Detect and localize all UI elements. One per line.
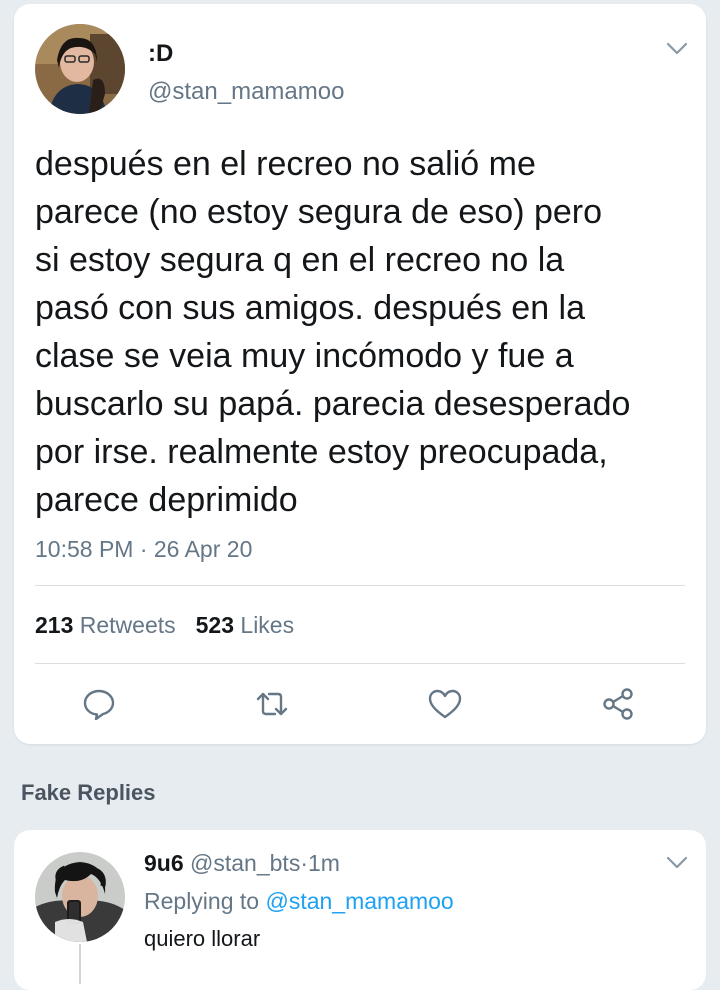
tweet-card[interactable]: :D @stan_mamamoo después en el recreo no… (14, 4, 706, 744)
reply-author-handle[interactable]: @stan_bts (190, 850, 300, 876)
replying-to: Replying to @stan_mamamoo (144, 888, 454, 915)
chevron-down-icon[interactable] (666, 42, 688, 56)
retweets-label: Retweets (79, 612, 176, 638)
reply-separator: · (300, 850, 308, 876)
likes-label: Likes (240, 612, 295, 638)
chevron-down-icon[interactable] (666, 856, 688, 870)
engagement-stats: 213 Retweets 523 Likes (35, 612, 294, 639)
reply-icon[interactable] (81, 686, 117, 722)
share-icon[interactable] (600, 686, 636, 722)
divider (35, 585, 685, 586)
tweet-text: después en el recreo no salió me parece … (35, 145, 631, 519)
reply-card[interactable]: 9u6 @stan_bts·1m Replying to @stan_mamam… (14, 830, 706, 990)
reply-author-name[interactable]: 9u6 (144, 850, 184, 876)
reply-header: 9u6 @stan_bts·1m (144, 850, 340, 877)
reply-text: quiero llorar (144, 926, 261, 951)
divider (35, 663, 685, 664)
author-display-name[interactable]: :D (148, 40, 173, 68)
thread-line (79, 944, 81, 984)
retweets-count: 213 (35, 612, 74, 638)
section-label: Fake Replies (21, 780, 156, 805)
retweet-icon[interactable] (254, 686, 290, 722)
replying-prefix: Replying to (144, 888, 260, 914)
reply-avatar-image (35, 852, 125, 942)
likes-stat[interactable]: 523 Likes (196, 612, 294, 638)
author-handle[interactable]: @stan_mamamoo (148, 78, 344, 106)
reply-time[interactable]: 1m (308, 850, 340, 876)
tweet-timestamp[interactable]: 10:58 PM · 26 Apr 20 (35, 536, 252, 563)
likes-count: 523 (195, 612, 235, 638)
replying-mention-link[interactable]: @stan_mamamoo (265, 888, 453, 914)
retweets-stat[interactable]: 213 Retweets (35, 612, 176, 638)
author-avatar[interactable] (35, 24, 125, 114)
reply-author-avatar[interactable] (35, 852, 125, 942)
author-avatar-image (35, 24, 125, 114)
heart-icon[interactable] (427, 686, 463, 722)
